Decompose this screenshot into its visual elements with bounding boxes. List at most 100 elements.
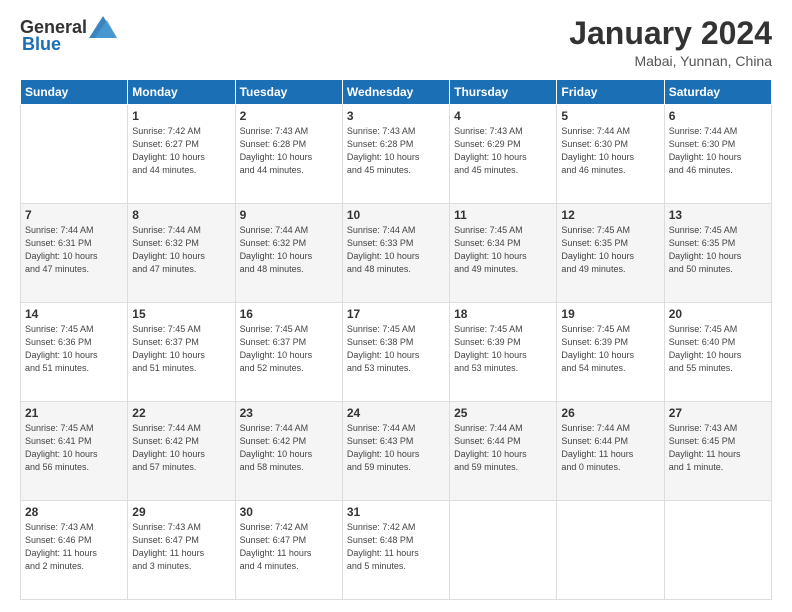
day-cell: 15 Sunrise: 7:45 AMSunset: 6:37 PMDayligh… [128, 303, 235, 402]
weekday-header-wednesday: Wednesday [342, 80, 449, 105]
location-title: Mabai, Yunnan, China [569, 53, 772, 69]
day-number: 30 [240, 505, 338, 519]
day-number: 15 [132, 307, 230, 321]
day-cell [664, 501, 771, 600]
day-number: 26 [561, 406, 659, 420]
day-info: Sunrise: 7:45 AMSunset: 6:37 PMDaylight:… [240, 323, 338, 375]
day-number: 27 [669, 406, 767, 420]
day-cell [557, 501, 664, 600]
day-number: 21 [25, 406, 123, 420]
month-title: January 2024 [569, 16, 772, 51]
weekday-header-sunday: Sunday [21, 80, 128, 105]
day-number: 20 [669, 307, 767, 321]
day-number: 17 [347, 307, 445, 321]
day-cell: 27 Sunrise: 7:43 AMSunset: 6:45 PMDayligh… [664, 402, 771, 501]
day-info: Sunrise: 7:45 AMSunset: 6:35 PMDaylight:… [669, 224, 767, 276]
day-number: 14 [25, 307, 123, 321]
week-row-0: 1Sunrise: 7:42 AMSunset: 6:27 PMDaylight… [21, 105, 772, 204]
day-cell: 22Sunrise: 7:44 AMSunset: 6:42 PMDayligh… [128, 402, 235, 501]
day-cell: 3 Sunrise: 7:43 AMSunset: 6:28 PMDaylight… [342, 105, 449, 204]
day-number: 10 [347, 208, 445, 222]
day-cell: 29 Sunrise: 7:43 AMSunset: 6:47 PMDayligh… [128, 501, 235, 600]
title-block: January 2024 Mabai, Yunnan, China [569, 16, 772, 69]
day-number: 8 [132, 208, 230, 222]
logo-blue-text: Blue [22, 34, 61, 55]
day-info: Sunrise: 7:44 AMSunset: 6:33 PMDaylight:… [347, 224, 445, 276]
day-info: Sunrise: 7:45 AMSunset: 6:37 PMDaylight:… [132, 323, 230, 375]
day-number: 24 [347, 406, 445, 420]
day-info: Sunrise: 7:45 AMSunset: 6:34 PMDaylight:… [454, 224, 552, 276]
day-info: Sunrise: 7:43 AMSunset: 6:47 PMDaylight:… [132, 521, 230, 573]
day-info: Sunrise: 7:44 AMSunset: 6:30 PMDaylight:… [669, 125, 767, 177]
week-row-3: 21 Sunrise: 7:45 AMSunset: 6:41 PMDayligh… [21, 402, 772, 501]
day-cell: 7 Sunrise: 7:44 AMSunset: 6:31 PMDaylight… [21, 204, 128, 303]
day-cell: 1Sunrise: 7:42 AMSunset: 6:27 PMDaylight… [128, 105, 235, 204]
day-number: 25 [454, 406, 552, 420]
day-cell: 10 Sunrise: 7:44 AMSunset: 6:33 PMDayligh… [342, 204, 449, 303]
day-info: Sunrise: 7:44 AMSunset: 6:44 PMDaylight:… [454, 422, 552, 474]
day-number: 13 [669, 208, 767, 222]
weekday-header-friday: Friday [557, 80, 664, 105]
weekday-header-tuesday: Tuesday [235, 80, 342, 105]
weekday-header-monday: Monday [128, 80, 235, 105]
week-row-2: 14Sunrise: 7:45 AMSunset: 6:36 PMDayligh… [21, 303, 772, 402]
day-info: Sunrise: 7:43 AMSunset: 6:29 PMDaylight:… [454, 125, 552, 177]
day-info: Sunrise: 7:43 AMSunset: 6:28 PMDaylight:… [240, 125, 338, 177]
day-cell: 21 Sunrise: 7:45 AMSunset: 6:41 PMDayligh… [21, 402, 128, 501]
header: General Blue January 2024 Mabai, Yunnan,… [20, 16, 772, 69]
day-info: Sunrise: 7:44 AMSunset: 6:31 PMDaylight:… [25, 224, 123, 276]
day-number: 6 [669, 109, 767, 123]
day-cell: 17 Sunrise: 7:45 AMSunset: 6:38 PMDayligh… [342, 303, 449, 402]
day-cell: 23 Sunrise: 7:44 AMSunset: 6:42 PMDayligh… [235, 402, 342, 501]
day-cell: 31 Sunrise: 7:42 AMSunset: 6:48 PMDayligh… [342, 501, 449, 600]
day-cell: 12Sunrise: 7:45 AMSunset: 6:35 PMDayligh… [557, 204, 664, 303]
day-cell: 30 Sunrise: 7:42 AMSunset: 6:47 PMDayligh… [235, 501, 342, 600]
day-info: Sunrise: 7:44 AMSunset: 6:42 PMDaylight:… [240, 422, 338, 474]
day-cell: 13 Sunrise: 7:45 AMSunset: 6:35 PMDayligh… [664, 204, 771, 303]
day-number: 29 [132, 505, 230, 519]
day-number: 23 [240, 406, 338, 420]
day-info: Sunrise: 7:45 AMSunset: 6:38 PMDaylight:… [347, 323, 445, 375]
day-number: 4 [454, 109, 552, 123]
day-cell: 9Sunrise: 7:44 AMSunset: 6:32 PMDaylight… [235, 204, 342, 303]
day-info: Sunrise: 7:42 AMSunset: 6:47 PMDaylight:… [240, 521, 338, 573]
day-number: 11 [454, 208, 552, 222]
day-info: Sunrise: 7:43 AMSunset: 6:28 PMDaylight:… [347, 125, 445, 177]
day-info: Sunrise: 7:45 AMSunset: 6:35 PMDaylight:… [561, 224, 659, 276]
day-cell: 18Sunrise: 7:45 AMSunset: 6:39 PMDayligh… [450, 303, 557, 402]
day-info: Sunrise: 7:44 AMSunset: 6:43 PMDaylight:… [347, 422, 445, 474]
day-cell: 6 Sunrise: 7:44 AMSunset: 6:30 PMDaylight… [664, 105, 771, 204]
weekday-header-saturday: Saturday [664, 80, 771, 105]
day-info: Sunrise: 7:42 AMSunset: 6:48 PMDaylight:… [347, 521, 445, 573]
day-cell: 2 Sunrise: 7:43 AMSunset: 6:28 PMDaylight… [235, 105, 342, 204]
day-info: Sunrise: 7:43 AMSunset: 6:46 PMDaylight:… [25, 521, 123, 573]
day-number: 2 [240, 109, 338, 123]
day-cell: 26 Sunrise: 7:44 AMSunset: 6:44 PMDayligh… [557, 402, 664, 501]
day-cell: 4 Sunrise: 7:43 AMSunset: 6:29 PMDaylight… [450, 105, 557, 204]
day-cell: 28 Sunrise: 7:43 AMSunset: 6:46 PMDayligh… [21, 501, 128, 600]
day-info: Sunrise: 7:44 AMSunset: 6:32 PMDaylight:… [132, 224, 230, 276]
day-cell: 11 Sunrise: 7:45 AMSunset: 6:34 PMDayligh… [450, 204, 557, 303]
calendar: SundayMondayTuesdayWednesdayThursdayFrid… [20, 79, 772, 600]
day-cell: 16 Sunrise: 7:45 AMSunset: 6:37 PMDayligh… [235, 303, 342, 402]
week-row-4: 28 Sunrise: 7:43 AMSunset: 6:46 PMDayligh… [21, 501, 772, 600]
day-cell: 8 Sunrise: 7:44 AMSunset: 6:32 PMDaylight… [128, 204, 235, 303]
day-info: Sunrise: 7:45 AMSunset: 6:40 PMDaylight:… [669, 323, 767, 375]
day-number: 31 [347, 505, 445, 519]
day-number: 22 [132, 406, 230, 420]
day-number: 7 [25, 208, 123, 222]
day-number: 5 [561, 109, 659, 123]
day-info: Sunrise: 7:42 AMSunset: 6:27 PMDaylight:… [132, 125, 230, 177]
day-cell [450, 501, 557, 600]
day-number: 3 [347, 109, 445, 123]
day-info: Sunrise: 7:45 AMSunset: 6:39 PMDaylight:… [561, 323, 659, 375]
weekday-header-thursday: Thursday [450, 80, 557, 105]
day-info: Sunrise: 7:45 AMSunset: 6:41 PMDaylight:… [25, 422, 123, 474]
day-cell: 25 Sunrise: 7:44 AMSunset: 6:44 PMDayligh… [450, 402, 557, 501]
day-cell: 20 Sunrise: 7:45 AMSunset: 6:40 PMDayligh… [664, 303, 771, 402]
day-info: Sunrise: 7:44 AMSunset: 6:44 PMDaylight:… [561, 422, 659, 474]
day-number: 16 [240, 307, 338, 321]
day-info: Sunrise: 7:43 AMSunset: 6:45 PMDaylight:… [669, 422, 767, 474]
day-number: 19 [561, 307, 659, 321]
day-number: 28 [25, 505, 123, 519]
